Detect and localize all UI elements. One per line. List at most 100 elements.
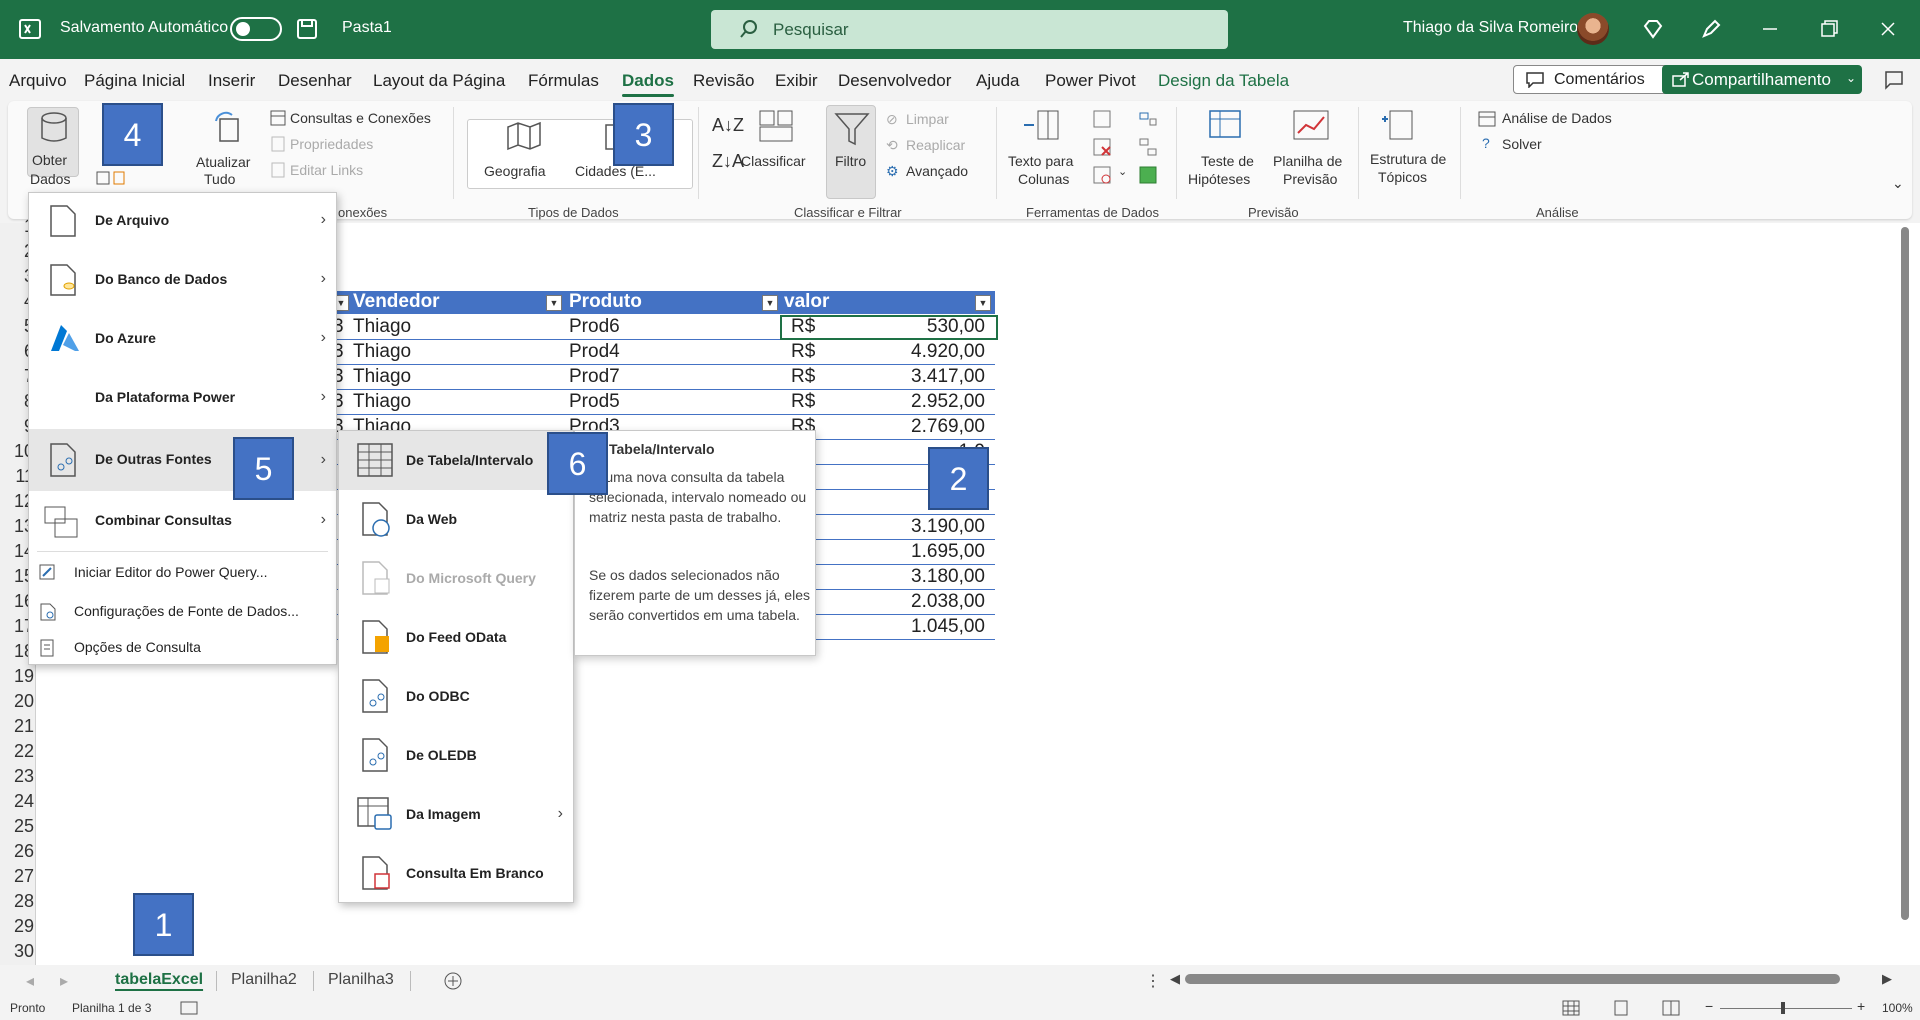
sheet-tab-tabelaexcel[interactable]: tabelaExcel: [115, 971, 203, 989]
planilha-previsao-1[interactable]: Planilha de: [1273, 153, 1342, 169]
tab-desenvolvedor[interactable]: Desenvolvedor: [838, 71, 951, 91]
flash-fill-icon[interactable]: [1092, 109, 1112, 129]
scroll-left-icon[interactable]: ◀: [1170, 971, 1180, 987]
vertical-scrollbar[interactable]: [1898, 223, 1912, 965]
menu-do-banco[interactable]: Do Banco de Dados ›: [29, 252, 336, 307]
zoom-out-icon[interactable]: −: [1705, 998, 1713, 1014]
planilha-previsao-2[interactable]: Previsão: [1283, 171, 1337, 187]
remove-duplicates-icon[interactable]: [1092, 137, 1112, 157]
tab-arquivo[interactable]: Arquivo: [9, 71, 67, 91]
teste-hipoteses-1[interactable]: Teste de: [1201, 153, 1254, 169]
accessibility-icon[interactable]: [180, 1001, 198, 1015]
menu-consulta-branco[interactable]: Consulta Em Branco: [339, 844, 573, 903]
menu-da-plataforma[interactable]: Da Plataforma Power ›: [29, 370, 336, 425]
menu-feed-odata[interactable]: Do Feed OData: [339, 608, 573, 667]
sort-za-icon[interactable]: Z↓A: [712, 151, 744, 172]
propriedades[interactable]: Propriedades: [290, 136, 373, 152]
tab-layout[interactable]: Layout da Página: [373, 71, 505, 91]
add-sheet-icon[interactable]: [443, 971, 463, 991]
tab-pagina-inicial[interactable]: Página Inicial: [84, 71, 185, 91]
filter-dropdown-icon[interactable]: ▼: [546, 295, 562, 311]
menu-configuracoes-fonte[interactable]: Configurações de Fonte de Dados...: [29, 594, 336, 628]
geografia[interactable]: Geografia: [484, 163, 545, 179]
scroll-right-icon[interactable]: ▶: [1882, 971, 1892, 987]
prev-sheet-icon[interactable]: ◂: [26, 971, 34, 991]
menu-opcoes-consulta[interactable]: Opções de Consulta: [29, 630, 336, 664]
menu-de-arquivo[interactable]: De Arquivo ›: [29, 193, 336, 248]
row-number[interactable]: 30: [0, 941, 34, 962]
pen-icon[interactable]: [1699, 17, 1723, 41]
solver[interactable]: Solver: [1502, 136, 1542, 152]
sort-az-icon[interactable]: A↓Z: [712, 115, 744, 136]
chevron-down-icon[interactable]: ⌄: [1846, 71, 1856, 85]
consolidate-icon[interactable]: [1138, 109, 1158, 129]
estrutura-2[interactable]: Tópicos: [1378, 169, 1427, 185]
menu-do-azure[interactable]: Do Azure ›: [29, 311, 336, 366]
texto-colunas-2[interactable]: Colunas: [1018, 171, 1069, 187]
row-number[interactable]: 21: [0, 716, 34, 737]
menu-microsoft-query[interactable]: Do Microsoft Query: [339, 549, 573, 608]
active-cell[interactable]: [780, 315, 998, 340]
avatar[interactable]: [1577, 13, 1609, 45]
row-number[interactable]: 20: [0, 691, 34, 712]
table-row[interactable]: 3 Thiago Prod7 R$ 3.417,00: [333, 365, 995, 390]
classificar[interactable]: Classificar: [741, 153, 806, 169]
horizontal-scrollbar[interactable]: [1185, 974, 1840, 984]
table-row[interactable]: 3 Thiago Prod4 R$ 4.920,00: [333, 340, 995, 365]
minimize-icon[interactable]: [1758, 17, 1782, 41]
row-number[interactable]: 29: [0, 916, 34, 937]
tab-exibir[interactable]: Exibir: [775, 71, 818, 91]
tab-design-tabela[interactable]: Design da Tabela: [1158, 71, 1289, 91]
next-sheet-icon[interactable]: ▸: [60, 971, 68, 991]
chevron-down-icon[interactable]: ⌄: [1118, 165, 1127, 178]
restore-icon[interactable]: [1817, 17, 1841, 41]
normal-view-icon[interactable]: [1562, 1000, 1580, 1016]
tab-power-pivot[interactable]: Power Pivot: [1045, 71, 1136, 91]
diamond-icon[interactable]: [1641, 17, 1665, 41]
data-validation-icon[interactable]: [1092, 165, 1112, 185]
tab-revisao[interactable]: Revisão: [693, 71, 754, 91]
limpar[interactable]: Limpar: [906, 111, 949, 127]
row-number[interactable]: 22: [0, 741, 34, 762]
tab-ajuda[interactable]: Ajuda: [976, 71, 1019, 91]
autosave-toggle[interactable]: [230, 17, 282, 41]
menu-oledb[interactable]: De OLEDB: [339, 726, 573, 785]
editar-links[interactable]: Editar Links: [290, 162, 363, 178]
col-vendedor[interactable]: Vendedor: [353, 291, 440, 313]
consultas-conexoes[interactable]: Consultas e Conexões: [290, 110, 431, 126]
relationships-icon[interactable]: [1138, 137, 1158, 157]
row-number[interactable]: 23: [0, 766, 34, 787]
filter-dropdown-icon[interactable]: ▼: [975, 295, 991, 311]
atualizar-label-2[interactable]: Tudo: [204, 171, 235, 187]
avancado[interactable]: Avançado: [906, 163, 968, 179]
table-small-icon[interactable]: [96, 171, 126, 185]
atualizar-label-1[interactable]: Atualizar: [196, 154, 250, 170]
filter-dropdown-icon[interactable]: ▼: [762, 295, 778, 311]
tab-inserir[interactable]: Inserir: [208, 71, 255, 91]
row-number[interactable]: 25: [0, 816, 34, 837]
row-number[interactable]: 19: [0, 666, 34, 687]
save-icon[interactable]: [295, 17, 319, 41]
table-row[interactable]: 3 Thiago Prod5 R$ 2.952,00: [333, 390, 995, 415]
reaplicar[interactable]: Reaplicar: [906, 137, 965, 153]
close-icon[interactable]: [1876, 17, 1900, 41]
menu-de-tabela[interactable]: De Tabela/Intervalo: [339, 431, 573, 490]
analise-dados[interactable]: Análise de Dados: [1502, 110, 1612, 126]
menu-da-web[interactable]: Da Web: [339, 490, 573, 549]
tab-desenhar[interactable]: Desenhar: [278, 71, 352, 91]
tab-formulas[interactable]: Fórmulas: [528, 71, 599, 91]
row-number[interactable]: 27: [0, 866, 34, 887]
zoom-in-icon[interactable]: +: [1857, 998, 1865, 1014]
zoom-slider[interactable]: [1781, 1002, 1785, 1014]
more-icon[interactable]: ⋮: [1145, 971, 1161, 991]
feedback-icon[interactable]: [1882, 68, 1906, 92]
share-button[interactable]: Compartilhamento ⌄: [1662, 65, 1862, 94]
sheet-tab-planilha3[interactable]: Planilha3: [328, 971, 394, 989]
col-valor[interactable]: valor: [784, 291, 829, 313]
row-number[interactable]: 28: [0, 891, 34, 912]
menu-iniciar-editor[interactable]: Iniciar Editor do Power Query...: [29, 555, 336, 589]
page-layout-icon[interactable]: [1612, 1000, 1630, 1016]
collapse-ribbon-icon[interactable]: ⌄: [1892, 175, 1904, 192]
data-model-icon[interactable]: [1138, 165, 1158, 185]
col-produto[interactable]: Produto: [569, 291, 642, 313]
